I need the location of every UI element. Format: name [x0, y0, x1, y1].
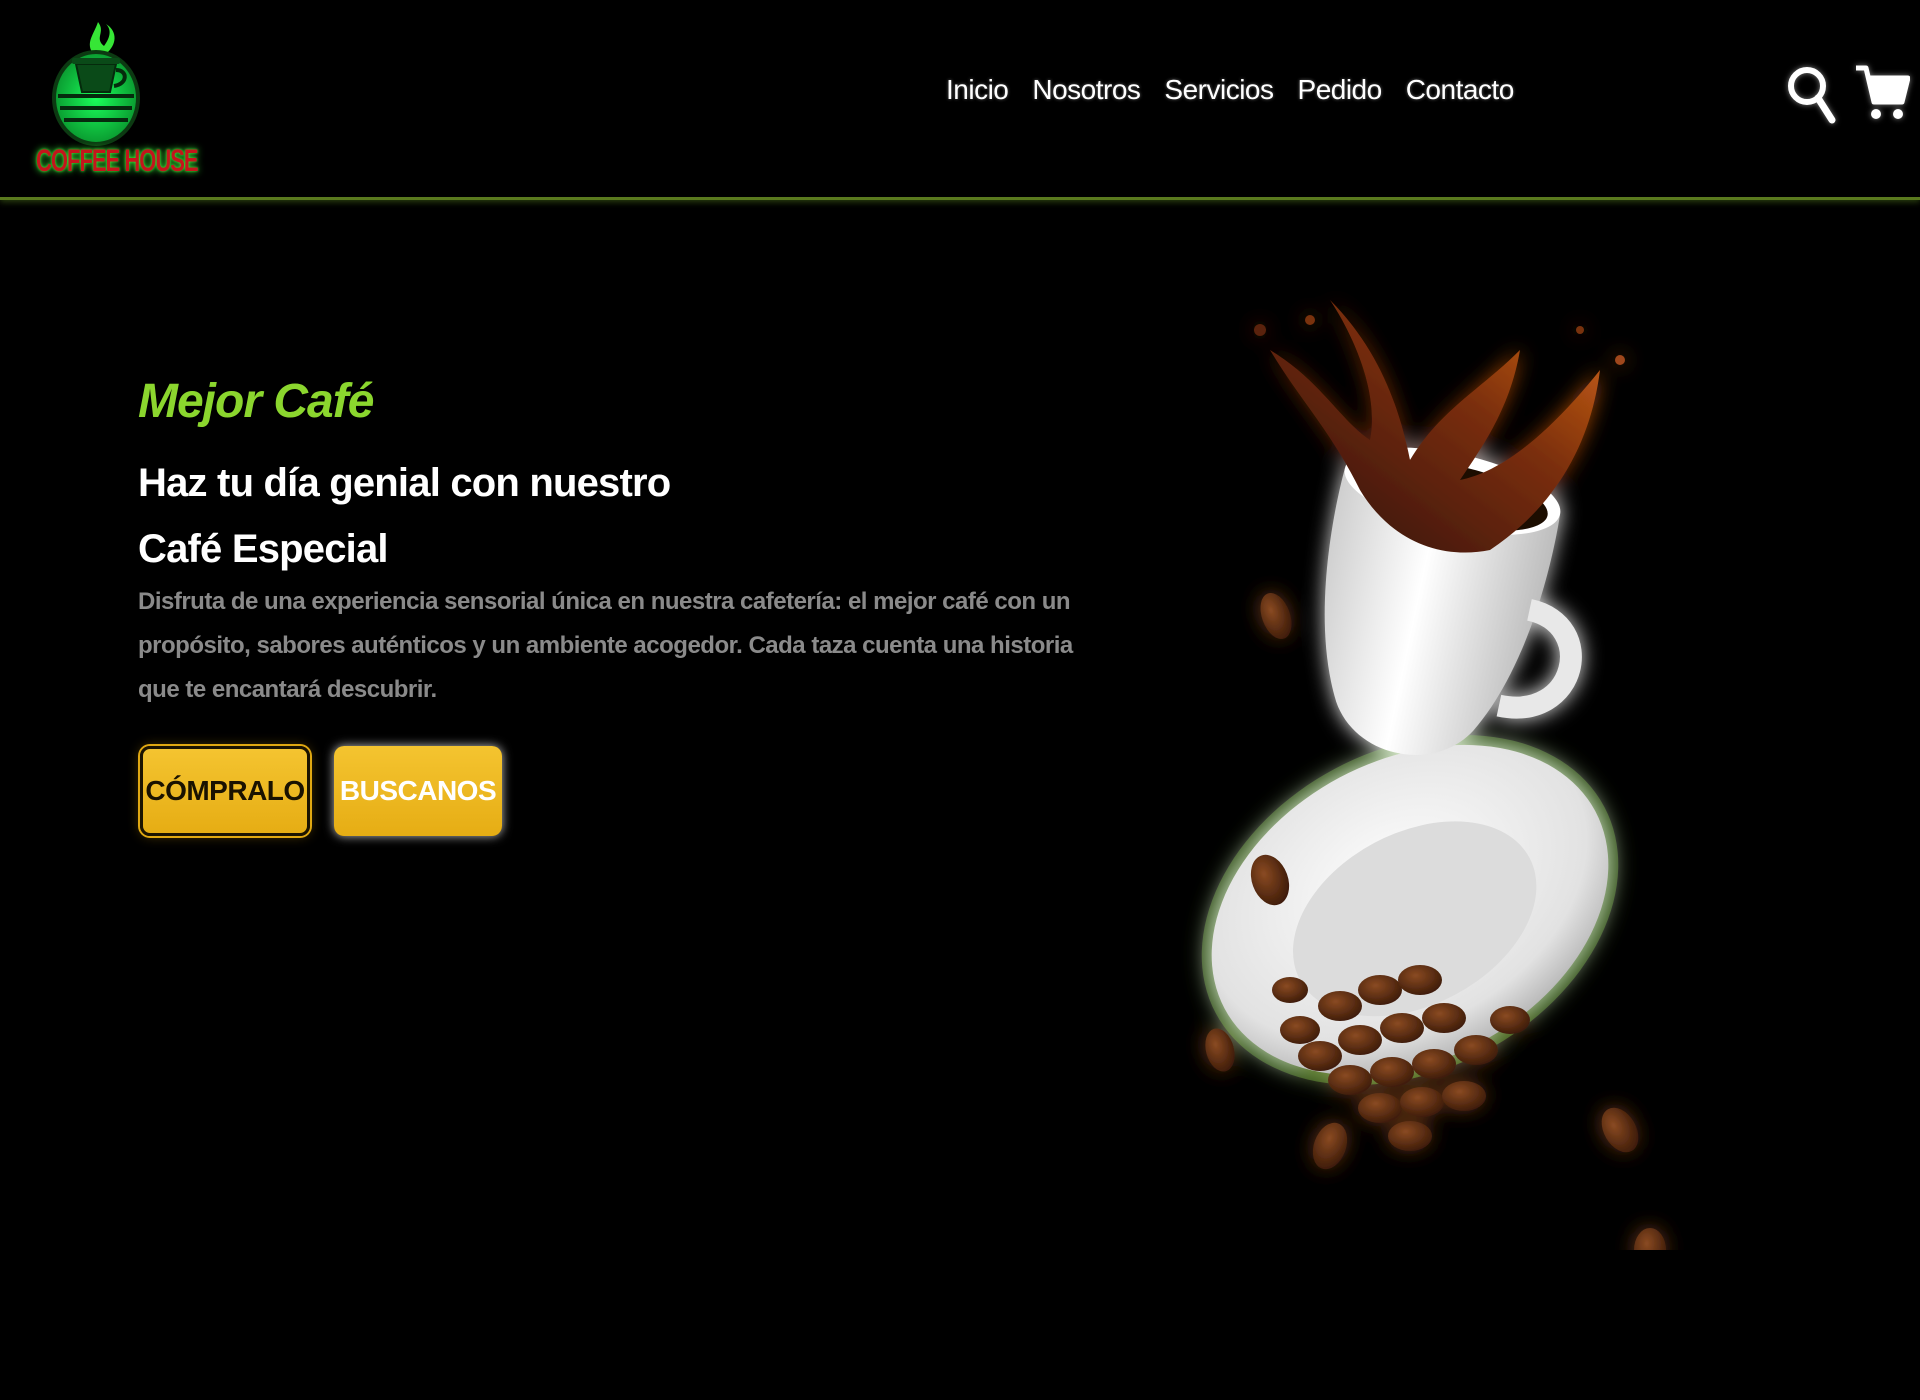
hero-description: Disfruta de una experiencia sensorial ún…: [138, 588, 1073, 703]
find-us-button[interactable]: BUSCANOS: [334, 746, 502, 836]
hero-title-line2: Café Especial: [138, 527, 389, 571]
hero-title: Haz tu día genial con nuestro Café Espec…: [138, 450, 671, 582]
logo-text: COFFEE HOUSE: [36, 142, 199, 179]
buy-button[interactable]: CÓMPRALO: [140, 746, 310, 836]
page: COFFEE HOUSE Inicio Nosotros Servicios P…: [0, 0, 1920, 1400]
nav-servicios[interactable]: Servicios: [1164, 74, 1274, 106]
hero-eyebrow: Mejor Café: [138, 375, 374, 428]
site-header: COFFEE HOUSE Inicio Nosotros Servicios P…: [0, 0, 1920, 200]
main-nav: Inicio Nosotros Servicios Pedido Contact…: [946, 74, 1514, 106]
nav-nosotros[interactable]: Nosotros: [1032, 74, 1141, 106]
nav-inicio[interactable]: Inicio: [946, 74, 1009, 106]
cart-icon[interactable]: [1854, 60, 1911, 126]
search-icon[interactable]: [1786, 60, 1836, 126]
hero-title-line1: Haz tu día genial con nuestro: [138, 461, 671, 505]
coffee-logo-icon: [52, 22, 140, 146]
coffee-house-logo[interactable]: COFFEE HOUSE: [36, 16, 199, 186]
nav-pedido[interactable]: Pedido: [1298, 74, 1383, 106]
nav-contacto[interactable]: Contacto: [1406, 74, 1515, 106]
coffee-cup-image: [1180, 290, 1760, 1272]
